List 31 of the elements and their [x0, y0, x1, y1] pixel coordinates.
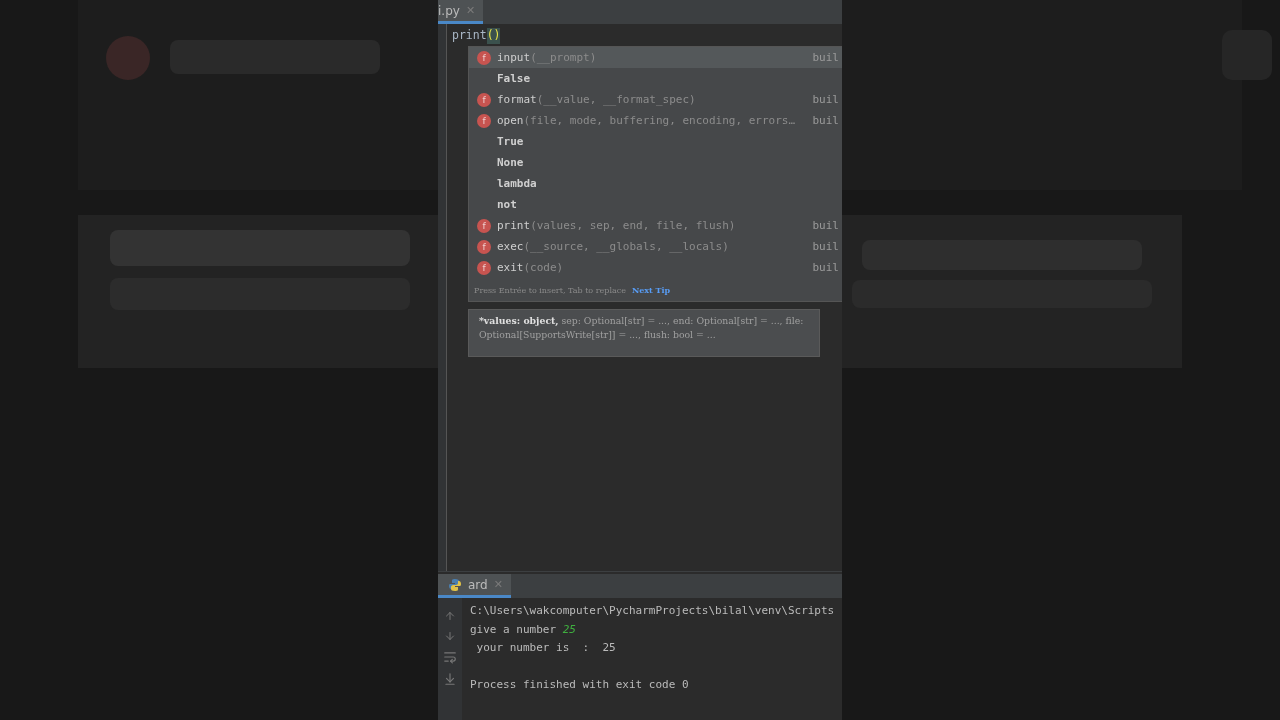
console-line: C:\Users\wakcomputer\PycharmProjects\bilal\venv\Scripts [470, 604, 835, 619]
completion-item[interactable]: False [469, 68, 842, 89]
code-line: print() [452, 28, 502, 44]
console-line: Process finished with exit code 0 [470, 678, 689, 694]
function-icon: f [477, 239, 491, 254]
completion-item[interactable]: f format(__value, __format_spec) buil [469, 89, 842, 110]
up-arrow-icon[interactable] [444, 610, 456, 622]
completion-item[interactable]: f open(file, mode, buffering, encoding, errors… buil [469, 110, 842, 131]
function-icon: f [477, 50, 491, 65]
scroll-to-end-icon[interactable] [443, 672, 457, 686]
completion-item[interactable]: None [469, 152, 842, 173]
typed-number: 25 [562, 622, 576, 638]
file-tab[interactable]: i.py ✕ [438, 0, 484, 24]
parameter-info: *values: object, sep: Optional[str] = ..., end: Optional[str] = ..., file: Optional[SupportsWrite[str]] = ..., flush: bool = ... [468, 309, 820, 357]
run-tab[interactable]: ard ✕ [438, 574, 511, 598]
down-arrow-icon[interactable] [444, 630, 456, 642]
soft-wrap-icon[interactable] [443, 650, 457, 664]
function-icon: f [477, 218, 491, 233]
completion-item[interactable]: lambda [469, 173, 842, 194]
console-line: give a number [470, 622, 558, 638]
completion-item[interactable]: f exit(code) buil [469, 257, 842, 278]
python-icon [448, 577, 462, 592]
next-tip-link[interactable]: Next Tip [631, 285, 671, 295]
function-icon: f [477, 92, 491, 107]
function-icon: f [477, 260, 491, 275]
function-icon: f [477, 113, 491, 128]
completion-item[interactable]: True [469, 131, 842, 152]
completion-item[interactable]: f print(values, sep, end, file, flush) buil [469, 215, 842, 236]
completion-item[interactable]: not [469, 194, 842, 215]
console-line: your number is : 25 [475, 641, 616, 657]
completion-item[interactable]: f exec(__source, __globals, __locals) buil [469, 236, 842, 257]
